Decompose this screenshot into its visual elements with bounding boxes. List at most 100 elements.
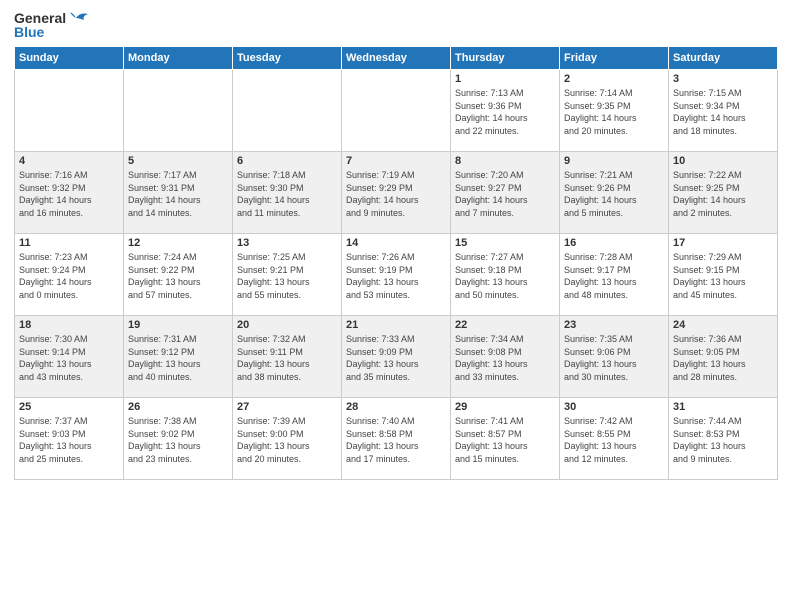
col-header-saturday: Saturday [669, 47, 778, 70]
day-number: 28 [346, 401, 446, 413]
calendar-cell: 6 Sunrise: 7:18 AM Sunset: 9:30 PM Daylig… [233, 152, 342, 234]
day-number: 19 [128, 319, 228, 331]
day-number: 1 [455, 73, 555, 85]
day-number: 6 [237, 155, 337, 167]
calendar-cell: 27 Sunrise: 7:39 AM Sunset: 9:00 PM Dayli… [233, 398, 342, 480]
calendar-cell: 10 Sunrise: 7:22 AM Sunset: 9:25 PM Dayli… [669, 152, 778, 234]
calendar-cell [15, 70, 124, 152]
day-number: 5 [128, 155, 228, 167]
calendar-cell: 22 Sunrise: 7:34 AM Sunset: 9:08 PM Dayli… [451, 316, 560, 398]
calendar-cell: 25 Sunrise: 7:37 AM Sunset: 9:03 PM Dayli… [15, 398, 124, 480]
calendar-cell: 8 Sunrise: 7:20 AM Sunset: 9:27 PM Daylig… [451, 152, 560, 234]
day-info: Sunrise: 7:18 AM Sunset: 9:30 PM Dayligh… [237, 169, 337, 219]
calendar-cell: 18 Sunrise: 7:30 AM Sunset: 9:14 PM Dayli… [15, 316, 124, 398]
day-number: 27 [237, 401, 337, 413]
day-info: Sunrise: 7:27 AM Sunset: 9:18 PM Dayligh… [455, 251, 555, 301]
day-info: Sunrise: 7:35 AM Sunset: 9:06 PM Dayligh… [564, 333, 664, 383]
day-number: 12 [128, 237, 228, 249]
day-info: Sunrise: 7:15 AM Sunset: 9:34 PM Dayligh… [673, 87, 773, 137]
calendar-cell: 11 Sunrise: 7:23 AM Sunset: 9:24 PM Dayli… [15, 234, 124, 316]
calendar-cell: 21 Sunrise: 7:33 AM Sunset: 9:09 PM Dayli… [342, 316, 451, 398]
day-number: 11 [19, 237, 119, 249]
day-info: Sunrise: 7:44 AM Sunset: 8:53 PM Dayligh… [673, 415, 773, 465]
calendar-cell: 30 Sunrise: 7:42 AM Sunset: 8:55 PM Dayli… [560, 398, 669, 480]
day-number: 26 [128, 401, 228, 413]
day-info: Sunrise: 7:20 AM Sunset: 9:27 PM Dayligh… [455, 169, 555, 219]
col-header-tuesday: Tuesday [233, 47, 342, 70]
day-info: Sunrise: 7:14 AM Sunset: 9:35 PM Dayligh… [564, 87, 664, 137]
day-number: 24 [673, 319, 773, 331]
header-row: General Blue [14, 10, 778, 40]
day-info: Sunrise: 7:28 AM Sunset: 9:17 PM Dayligh… [564, 251, 664, 301]
day-info: Sunrise: 7:42 AM Sunset: 8:55 PM Dayligh… [564, 415, 664, 465]
calendar-cell: 16Sunrise: 7:28 AM Sunset: 9:17 PM Dayli… [560, 234, 669, 316]
calendar-cell: 15 Sunrise: 7:27 AM Sunset: 9:18 PM Dayli… [451, 234, 560, 316]
calendar-cell: 26 Sunrise: 7:38 AM Sunset: 9:02 PM Dayli… [124, 398, 233, 480]
day-info: Sunrise: 7:26 AM Sunset: 9:19 PM Dayligh… [346, 251, 446, 301]
day-info: Sunrise: 7:31 AM Sunset: 9:12 PM Dayligh… [128, 333, 228, 383]
day-info: Sunrise: 7:19 AM Sunset: 9:29 PM Dayligh… [346, 169, 446, 219]
day-number: 7 [346, 155, 446, 167]
day-number: 14 [346, 237, 446, 249]
day-number: 4 [19, 155, 119, 167]
col-header-sunday: Sunday [15, 47, 124, 70]
day-info: Sunrise: 7:33 AM Sunset: 9:09 PM Dayligh… [346, 333, 446, 383]
day-number: 30 [564, 401, 664, 413]
calendar-cell: 1Sunrise: 7:13 AM Sunset: 9:36 PM Daylig… [451, 70, 560, 152]
day-info: Sunrise: 7:30 AM Sunset: 9:14 PM Dayligh… [19, 333, 119, 383]
calendar-cell: 2 Sunrise: 7:14 AM Sunset: 9:35 PM Daylig… [560, 70, 669, 152]
day-info: Sunrise: 7:25 AM Sunset: 9:21 PM Dayligh… [237, 251, 337, 301]
day-info: Sunrise: 7:17 AM Sunset: 9:31 PM Dayligh… [128, 169, 228, 219]
logo-text-blue: Blue [14, 24, 44, 40]
col-header-monday: Monday [124, 47, 233, 70]
calendar-cell: 31 Sunrise: 7:44 AM Sunset: 8:53 PM Dayli… [669, 398, 778, 480]
calendar-cell: 13 Sunrise: 7:25 AM Sunset: 9:21 PM Dayli… [233, 234, 342, 316]
day-info: Sunrise: 7:16 AM Sunset: 9:32 PM Dayligh… [19, 169, 119, 219]
day-number: 18 [19, 319, 119, 331]
col-header-thursday: Thursday [451, 47, 560, 70]
day-info: Sunrise: 7:36 AM Sunset: 9:05 PM Dayligh… [673, 333, 773, 383]
day-info: Sunrise: 7:39 AM Sunset: 9:00 PM Dayligh… [237, 415, 337, 465]
calendar-cell: 28Sunrise: 7:40 AM Sunset: 8:58 PM Dayli… [342, 398, 451, 480]
day-number: 29 [455, 401, 555, 413]
day-info: Sunrise: 7:38 AM Sunset: 9:02 PM Dayligh… [128, 415, 228, 465]
calendar-cell: 23Sunrise: 7:35 AM Sunset: 9:06 PM Dayli… [560, 316, 669, 398]
day-number: 20 [237, 319, 337, 331]
calendar-cell: 20Sunrise: 7:32 AM Sunset: 9:11 PM Dayli… [233, 316, 342, 398]
logo: General Blue [14, 10, 90, 40]
day-number: 25 [19, 401, 119, 413]
day-info: Sunrise: 7:29 AM Sunset: 9:15 PM Dayligh… [673, 251, 773, 301]
day-number: 10 [673, 155, 773, 167]
calendar-cell [233, 70, 342, 152]
day-number: 2 [564, 73, 664, 85]
calendar-table: SundayMondayTuesdayWednesdayThursdayFrid… [14, 46, 778, 480]
calendar-cell: 12Sunrise: 7:24 AM Sunset: 9:22 PM Dayli… [124, 234, 233, 316]
day-info: Sunrise: 7:22 AM Sunset: 9:25 PM Dayligh… [673, 169, 773, 219]
day-info: Sunrise: 7:21 AM Sunset: 9:26 PM Dayligh… [564, 169, 664, 219]
day-number: 21 [346, 319, 446, 331]
calendar-cell [342, 70, 451, 152]
day-info: Sunrise: 7:34 AM Sunset: 9:08 PM Dayligh… [455, 333, 555, 383]
day-number: 13 [237, 237, 337, 249]
day-number: 17 [673, 237, 773, 249]
calendar-cell [124, 70, 233, 152]
calendar-cell: 9Sunrise: 7:21 AM Sunset: 9:26 PM Daylig… [560, 152, 669, 234]
day-number: 22 [455, 319, 555, 331]
calendar-cell: 7 Sunrise: 7:19 AM Sunset: 9:29 PM Daylig… [342, 152, 451, 234]
day-number: 31 [673, 401, 773, 413]
day-info: Sunrise: 7:23 AM Sunset: 9:24 PM Dayligh… [19, 251, 119, 301]
day-info: Sunrise: 7:37 AM Sunset: 9:03 PM Dayligh… [19, 415, 119, 465]
calendar-cell: 4 Sunrise: 7:16 AM Sunset: 9:32 PM Daylig… [15, 152, 124, 234]
calendar-cell: 17 Sunrise: 7:29 AM Sunset: 9:15 PM Dayli… [669, 234, 778, 316]
col-header-friday: Friday [560, 47, 669, 70]
logo-bird-icon [68, 10, 90, 26]
calendar-container: General Blue SundayMondayTuesdayWednesda… [0, 0, 792, 488]
col-header-wednesday: Wednesday [342, 47, 451, 70]
calendar-cell: 29 Sunrise: 7:41 AM Sunset: 8:57 PM Dayli… [451, 398, 560, 480]
calendar-cell: 24 Sunrise: 7:36 AM Sunset: 9:05 PM Dayli… [669, 316, 778, 398]
day-info: Sunrise: 7:41 AM Sunset: 8:57 PM Dayligh… [455, 415, 555, 465]
day-number: 8 [455, 155, 555, 167]
day-number: 15 [455, 237, 555, 249]
calendar-cell: 19 Sunrise: 7:31 AM Sunset: 9:12 PM Dayli… [124, 316, 233, 398]
calendar-cell: 3Sunrise: 7:15 AM Sunset: 9:34 PM Daylig… [669, 70, 778, 152]
